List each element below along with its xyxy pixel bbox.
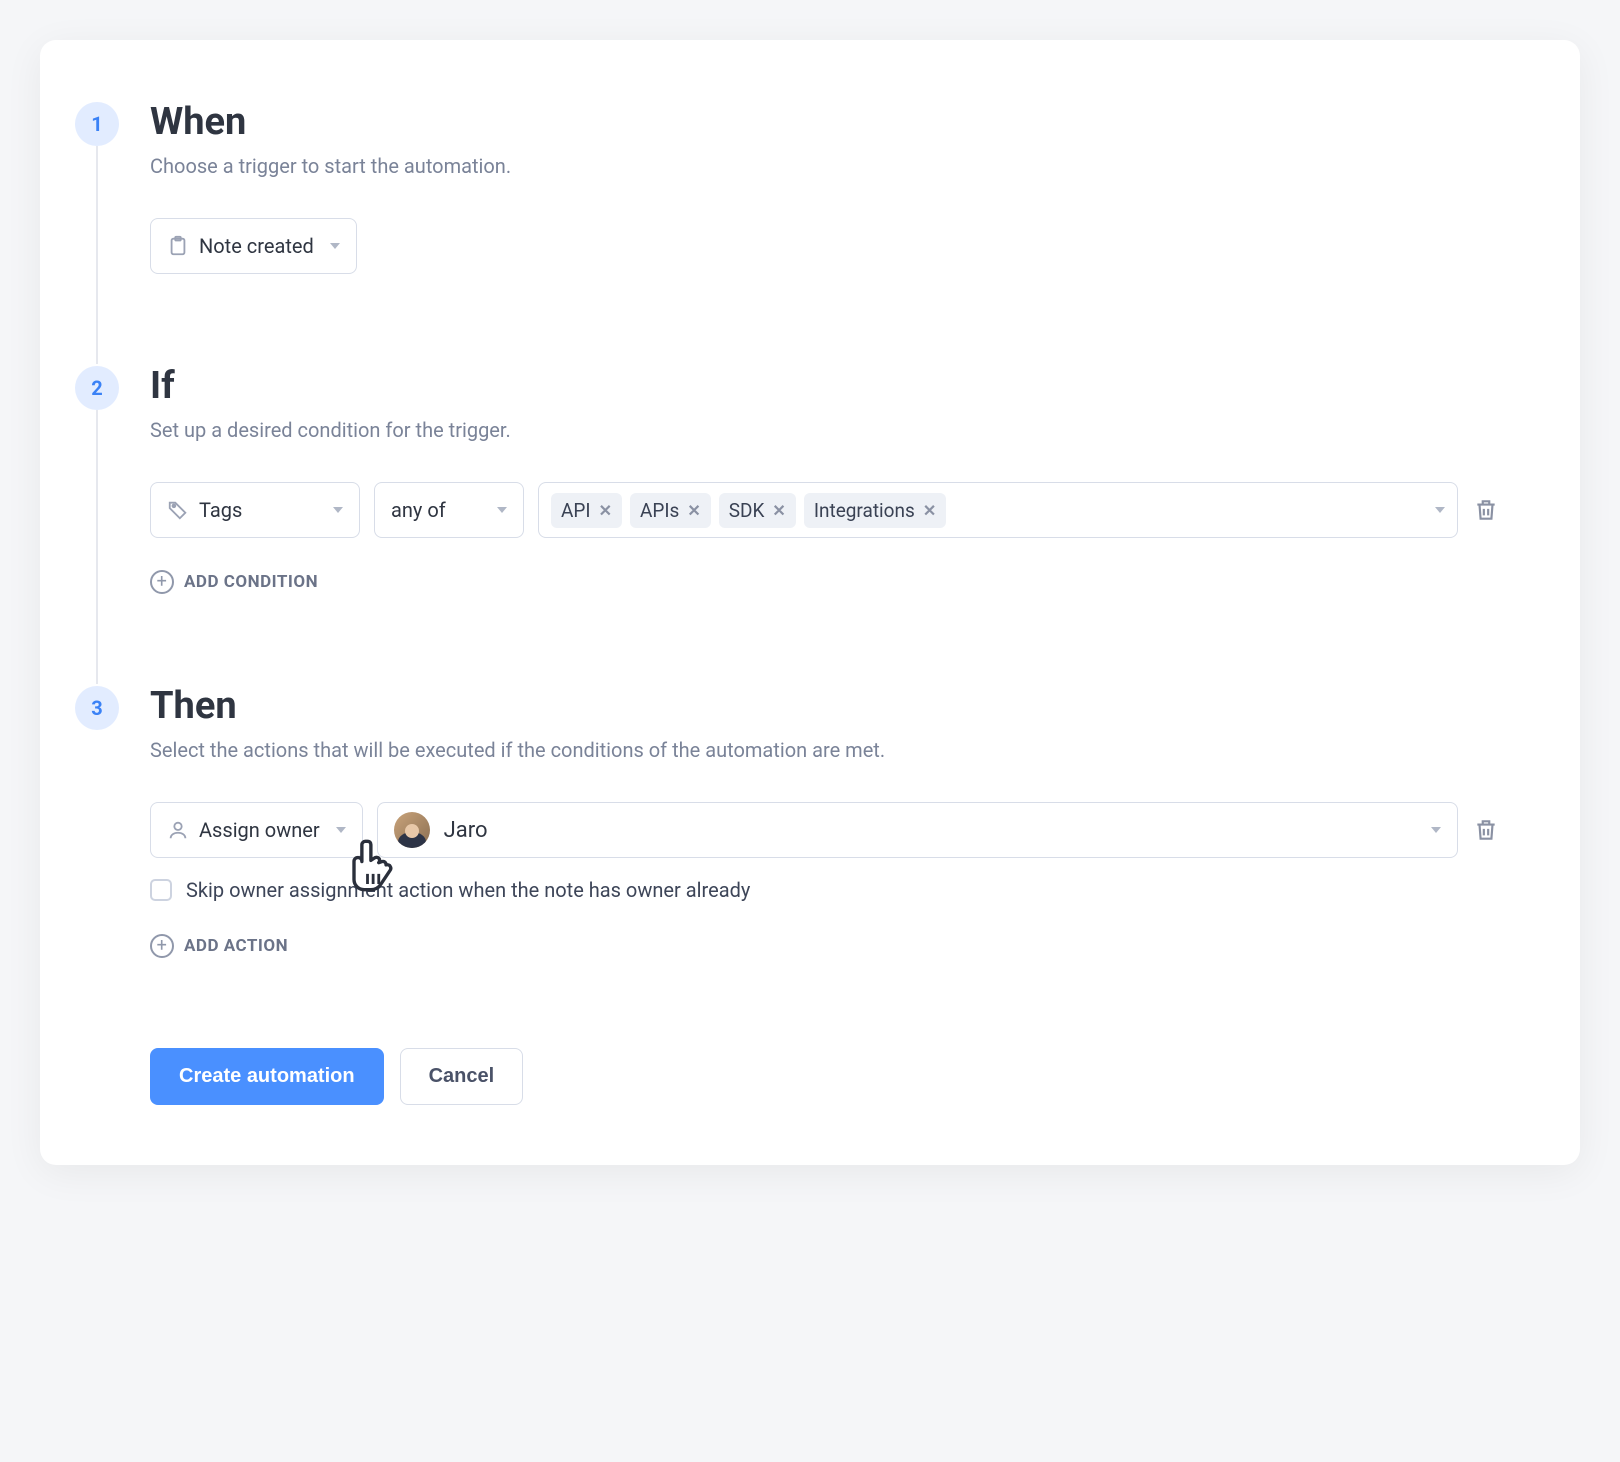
- condition-field-label: Tags: [199, 498, 317, 522]
- avatar: [394, 812, 430, 848]
- trigger-select[interactable]: Note created: [150, 218, 357, 274]
- tag-chip-label: API: [561, 499, 591, 522]
- user-icon: [167, 819, 189, 841]
- skip-owner-label: Skip owner assignment action when the no…: [186, 878, 750, 902]
- add-action-label: ADD ACTION: [184, 936, 288, 956]
- condition-value-input[interactable]: API ✕ APIs ✕ SDK ✕ Integrations ✕: [538, 482, 1458, 538]
- plus-circle-icon: +: [150, 570, 174, 594]
- add-action-button[interactable]: + ADD ACTION: [150, 934, 288, 958]
- chevron-down-icon: [336, 827, 346, 833]
- chevron-down-icon: [1435, 507, 1445, 513]
- footer-buttons: Create automation Cancel: [150, 1048, 1500, 1105]
- remove-tag-icon[interactable]: ✕: [599, 501, 612, 520]
- action-type-select[interactable]: Assign owner: [150, 802, 363, 858]
- plus-circle-icon: +: [150, 934, 174, 958]
- tag-icon: [167, 499, 189, 521]
- condition-field-select[interactable]: Tags: [150, 482, 360, 538]
- tag-chip: Integrations ✕: [804, 493, 946, 528]
- owner-name: Jaro: [444, 818, 488, 843]
- delete-condition-button[interactable]: [1472, 496, 1500, 524]
- tag-chip-label: Integrations: [814, 499, 915, 522]
- condition-operator-select[interactable]: any of: [374, 482, 524, 538]
- step-connector-line: [96, 410, 98, 684]
- step-if-desc: Set up a desired condition for the trigg…: [150, 418, 1500, 442]
- tag-chip-label: APIs: [640, 499, 679, 522]
- delete-action-button[interactable]: [1472, 816, 1500, 844]
- remove-tag-icon[interactable]: ✕: [687, 501, 700, 520]
- chevron-down-icon: [330, 243, 340, 249]
- step-number-1: 1: [75, 102, 119, 146]
- step-if: 2 If Set up a desired condition for the …: [150, 364, 1500, 594]
- step-when-title: When: [150, 100, 1500, 144]
- chevron-down-icon: [333, 507, 343, 513]
- condition-operator-label: any of: [391, 498, 481, 522]
- chevron-down-icon: [497, 507, 507, 513]
- step-number-3: 3: [75, 686, 119, 730]
- step-then-desc: Select the actions that will be executed…: [150, 738, 1500, 762]
- step-number-2: 2: [75, 366, 119, 410]
- step-then-title: Then: [150, 684, 1500, 728]
- step-connector-line: [96, 146, 98, 364]
- clipboard-icon: [167, 235, 189, 257]
- chevron-down-icon: [1431, 827, 1441, 833]
- automation-builder-card: 1 When Choose a trigger to start the aut…: [40, 40, 1580, 1165]
- skip-owner-checkbox[interactable]: [150, 879, 172, 901]
- remove-tag-icon[interactable]: ✕: [772, 501, 785, 520]
- owner-select[interactable]: Jaro: [377, 802, 1458, 858]
- create-automation-button[interactable]: Create automation: [150, 1048, 384, 1105]
- add-condition-label: ADD CONDITION: [184, 572, 318, 592]
- skip-owner-checkbox-row: Skip owner assignment action when the no…: [150, 878, 1500, 902]
- add-condition-button[interactable]: + ADD CONDITION: [150, 570, 318, 594]
- tag-chip: SDK ✕: [719, 493, 796, 528]
- step-then: 3 Then Select the actions that will be e…: [150, 684, 1500, 958]
- step-if-title: If: [150, 364, 1500, 408]
- step-when-desc: Choose a trigger to start the automation…: [150, 154, 1500, 178]
- tag-chip: APIs ✕: [630, 493, 711, 528]
- tag-chip-label: SDK: [729, 499, 765, 522]
- trigger-label: Note created: [199, 234, 314, 258]
- remove-tag-icon[interactable]: ✕: [923, 501, 936, 520]
- action-type-label: Assign owner: [199, 818, 320, 842]
- cancel-button[interactable]: Cancel: [400, 1048, 524, 1105]
- tag-chip: API ✕: [551, 493, 622, 528]
- step-when: 1 When Choose a trigger to start the aut…: [150, 100, 1500, 274]
